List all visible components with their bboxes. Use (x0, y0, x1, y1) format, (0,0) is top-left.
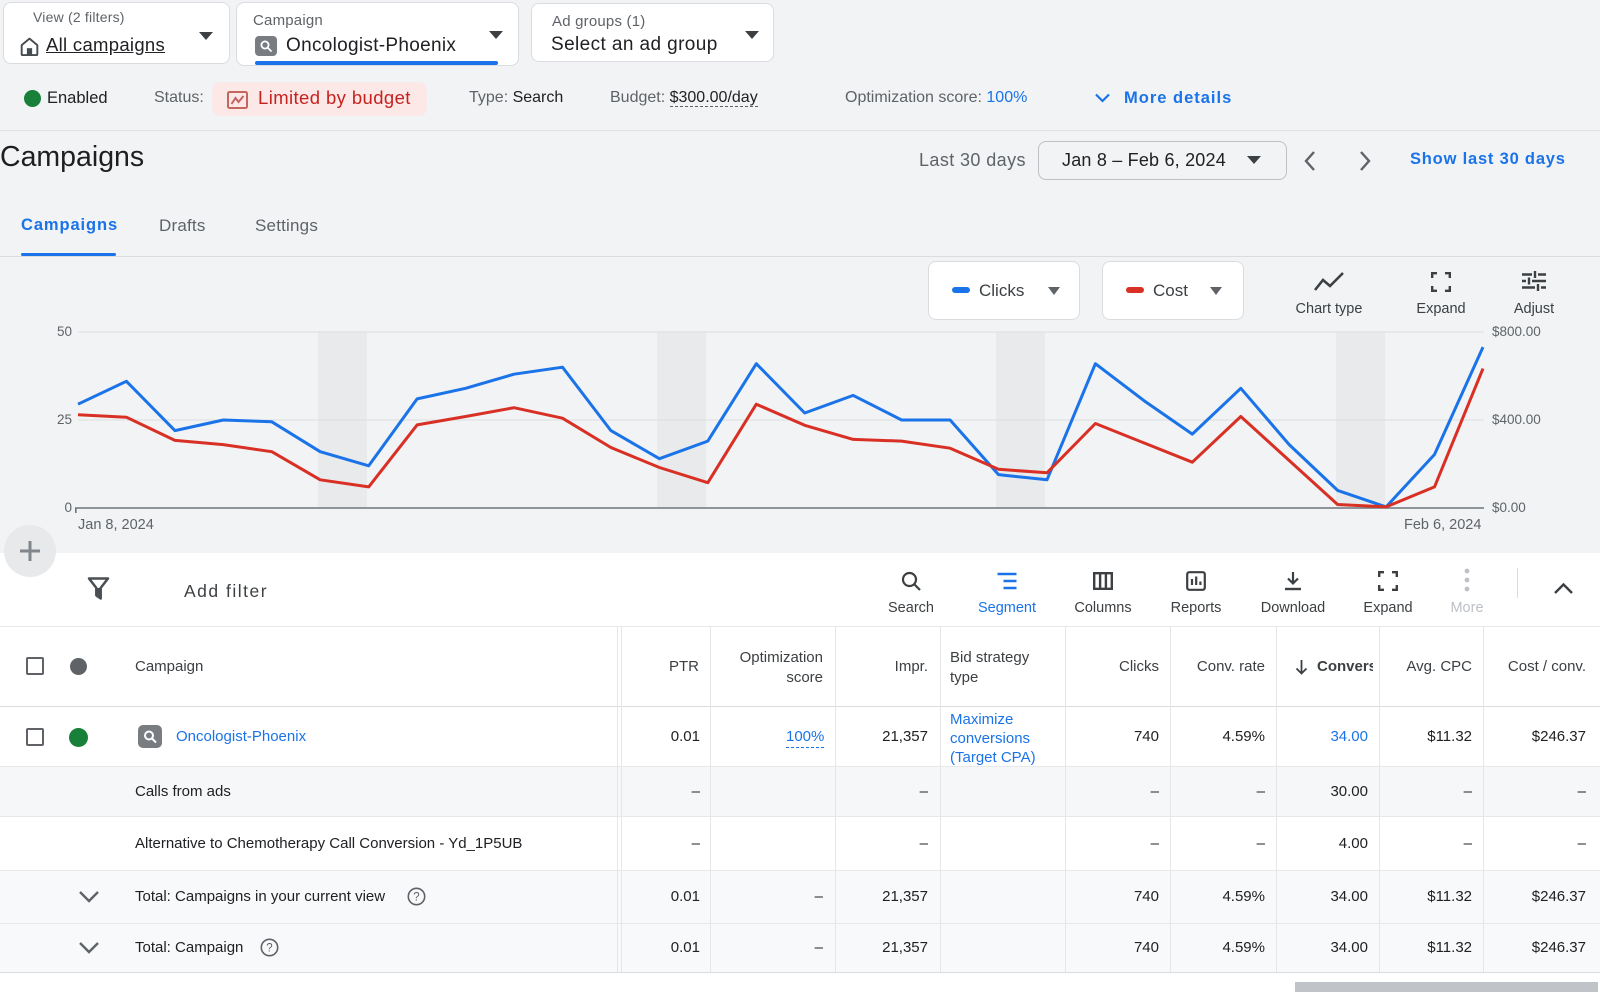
svg-text:?: ? (266, 943, 272, 955)
svg-text:?: ? (413, 892, 419, 904)
